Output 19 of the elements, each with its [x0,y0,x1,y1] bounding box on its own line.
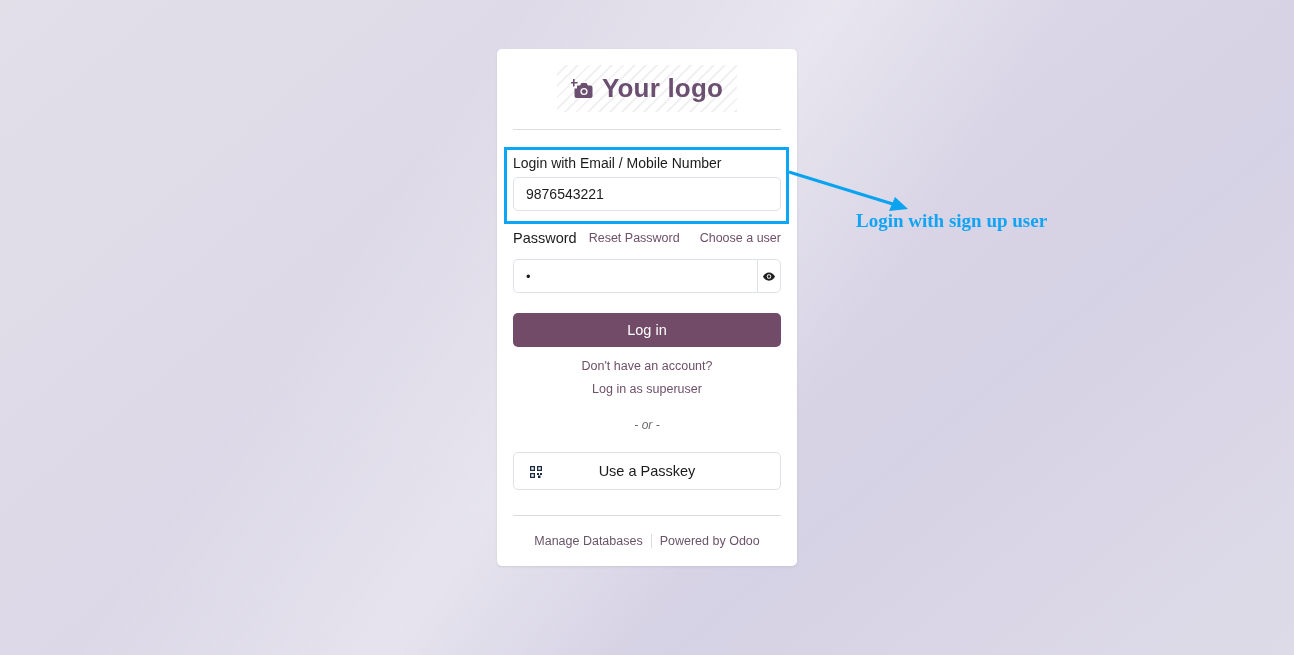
password-input[interactable]: • [513,259,757,293]
camera-plus-icon [570,79,593,98]
footer-link[interactable]: Powered by Odoo [659,534,760,548]
passkey-button[interactable]: Use a Passkey [513,452,781,490]
annotation-text: Login with sign up user [856,210,1048,232]
text-link[interactable]: Don't have an account? [581,356,713,376]
qr-code-icon [530,466,542,478]
eye-icon [763,271,775,281]
field-label: Password [513,229,577,248]
text-link[interactable]: Log in as superuser [592,379,702,399]
field-label: Login with Email / Mobile Number [513,154,723,173]
login-button[interactable]: Log in [513,313,781,347]
separator-text: - or - [634,417,660,434]
login-input[interactable]: 9876543221 [513,177,781,211]
text-link[interactable]: Reset Password [588,231,680,245]
text-link[interactable]: Choose a user [699,231,781,245]
logo-text: Your logo [601,73,724,104]
footer-link[interactable]: Manage Databases [534,534,643,548]
show-password-button[interactable] [757,259,781,293]
